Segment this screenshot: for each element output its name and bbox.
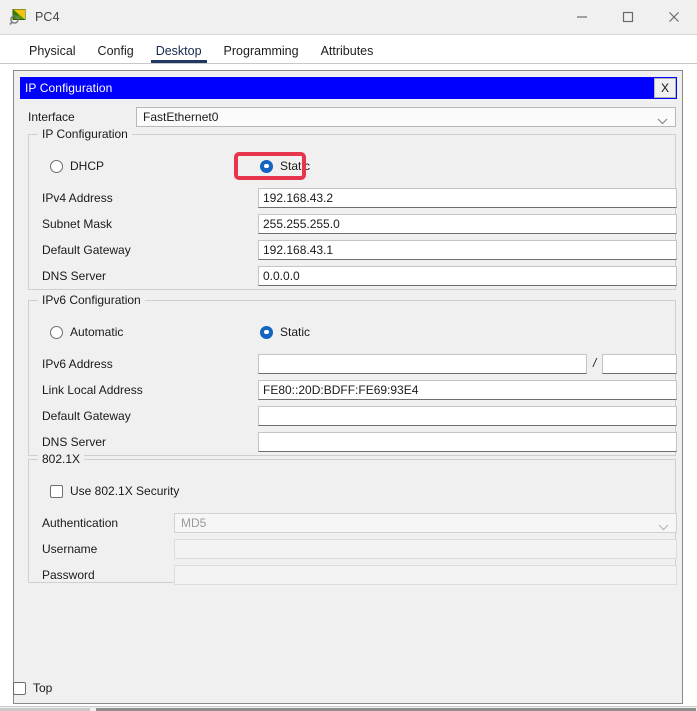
interface-select[interactable]: FastEthernet0 — [136, 107, 676, 127]
ipv6-dns-server-input[interactable] — [258, 432, 677, 452]
ipv4-group-legend: IP Configuration — [38, 127, 132, 141]
window-bottom-edge — [0, 706, 697, 711]
username-label: Username — [42, 542, 97, 556]
password-label: Password — [42, 568, 95, 582]
ipv4-dns-server-label: DNS Server — [42, 269, 106, 283]
minimize-icon — [576, 11, 588, 23]
link-local-address-input[interactable]: FE80::20D:BDFF:FE69:93E4 — [258, 380, 677, 400]
use-dot1x-security-label: Use 802.1X Security — [70, 484, 179, 498]
interface-value: FastEthernet0 — [143, 110, 218, 124]
packet-tracer-pc-icon — [9, 8, 27, 26]
chevron-down-icon — [657, 114, 668, 128]
dialog-title: IP Configuration — [20, 81, 112, 95]
interface-label: Interface — [28, 110, 75, 124]
ipv6-automatic-label: Automatic — [70, 325, 123, 339]
ipv4-address-input[interactable]: 192.168.43.2 — [258, 188, 677, 208]
ipv4-dns-server-input[interactable]: 0.0.0.0 — [258, 266, 677, 286]
interface-row: Interface FastEthernet0 — [28, 107, 676, 127]
checkbox-unchecked-icon — [50, 485, 63, 498]
ipv6-address-label: IPv6 Address — [42, 357, 113, 371]
ipv4-address-row: IPv4 Address 192.168.43.2 — [29, 188, 675, 208]
ipv6-address-input[interactable] — [258, 354, 587, 374]
ipv4-address-label: IPv4 Address — [42, 191, 113, 205]
ipv6-default-gateway-label: Default Gateway — [42, 409, 131, 423]
ipv6-address-row: IPv6 Address / — [29, 354, 675, 374]
ipv4-dns-server-row: DNS Server 0.0.0.0 — [29, 266, 675, 286]
tab-config[interactable]: Config — [87, 44, 145, 63]
desktop-content-panel: IP Configuration X Interface FastEtherne… — [13, 70, 683, 704]
chevron-down-icon — [658, 520, 669, 534]
ipv4-configuration-group: IP Configuration DHCP Static IPv4 Addres… — [28, 134, 676, 290]
ip-configuration-dialog-header: IP Configuration X — [20, 77, 677, 99]
checkbox-unchecked-icon — [13, 682, 26, 695]
ipv6-dns-server-row: DNS Server — [29, 432, 675, 452]
ipv6-static-label: Static — [280, 325, 310, 339]
ipv6-default-gateway-row: Default Gateway — [29, 406, 675, 426]
window-controls — [559, 0, 697, 34]
device-tab-strip: Physical Config Desktop Programming Attr… — [0, 35, 697, 64]
maximize-icon — [622, 11, 634, 23]
dialog-close-button[interactable]: X — [654, 78, 676, 98]
subnet-mask-input[interactable]: 255.255.255.0 — [258, 214, 677, 234]
authentication-value: MD5 — [181, 516, 206, 530]
ipv4-static-label: Static — [280, 159, 310, 173]
window-title-bar: PC4 — [0, 0, 697, 35]
ipv6-group-legend: IPv6 Configuration — [38, 293, 145, 307]
ipv6-automatic-radio[interactable]: Automatic — [50, 325, 123, 339]
ipv4-default-gateway-label: Default Gateway — [42, 243, 131, 257]
tab-desktop[interactable]: Desktop — [145, 44, 213, 63]
radio-unselected-icon — [50, 160, 63, 173]
minimize-button[interactable] — [559, 0, 605, 34]
maximize-button[interactable] — [605, 0, 651, 34]
radio-selected-icon — [260, 326, 273, 339]
top-checkbox[interactable]: Top — [13, 681, 52, 695]
window-title: PC4 — [35, 10, 60, 24]
dot1x-group: 802.1X Use 802.1X Security Authenticatio… — [28, 459, 676, 583]
radio-unselected-icon — [50, 326, 63, 339]
use-dot1x-security-checkbox[interactable]: Use 802.1X Security — [50, 484, 179, 498]
ipv6-prefix-separator: / — [593, 356, 596, 370]
ipv6-default-gateway-input[interactable] — [258, 406, 677, 426]
authentication-select[interactable]: MD5 — [174, 513, 677, 533]
password-row: Password — [29, 565, 675, 585]
authentication-row: Authentication MD5 — [29, 513, 675, 533]
username-input[interactable] — [174, 539, 677, 559]
username-row: Username — [29, 539, 675, 559]
close-button[interactable] — [651, 0, 697, 34]
ipv6-static-radio[interactable]: Static — [260, 325, 310, 339]
ipv6-dns-server-label: DNS Server — [42, 435, 106, 449]
ipv6-configuration-group: IPv6 Configuration Automatic Static IPv6… — [28, 300, 676, 456]
close-icon — [668, 11, 680, 23]
tab-attributes[interactable]: Attributes — [310, 44, 385, 63]
tab-physical[interactable]: Physical — [18, 44, 87, 63]
subnet-mask-row: Subnet Mask 255.255.255.0 — [29, 214, 675, 234]
authentication-label: Authentication — [42, 516, 118, 530]
ipv4-static-radio[interactable]: Static — [260, 159, 310, 173]
link-local-address-row: Link Local Address FE80::20D:BDFF:FE69:9… — [29, 380, 675, 400]
ipv4-dhcp-label: DHCP — [70, 159, 104, 173]
link-local-address-label: Link Local Address — [42, 383, 143, 397]
ipv4-dhcp-radio[interactable]: DHCP — [50, 159, 104, 173]
top-label: Top — [33, 681, 52, 695]
dot1x-group-legend: 802.1X — [38, 452, 84, 466]
ipv4-default-gateway-input[interactable]: 192.168.43.1 — [258, 240, 677, 260]
subnet-mask-label: Subnet Mask — [42, 217, 112, 231]
ipv6-prefix-length-input[interactable] — [602, 354, 677, 374]
password-input[interactable] — [174, 565, 677, 585]
tab-programming[interactable]: Programming — [213, 44, 310, 63]
radio-selected-icon — [260, 160, 273, 173]
ipv4-default-gateway-row: Default Gateway 192.168.43.1 — [29, 240, 675, 260]
